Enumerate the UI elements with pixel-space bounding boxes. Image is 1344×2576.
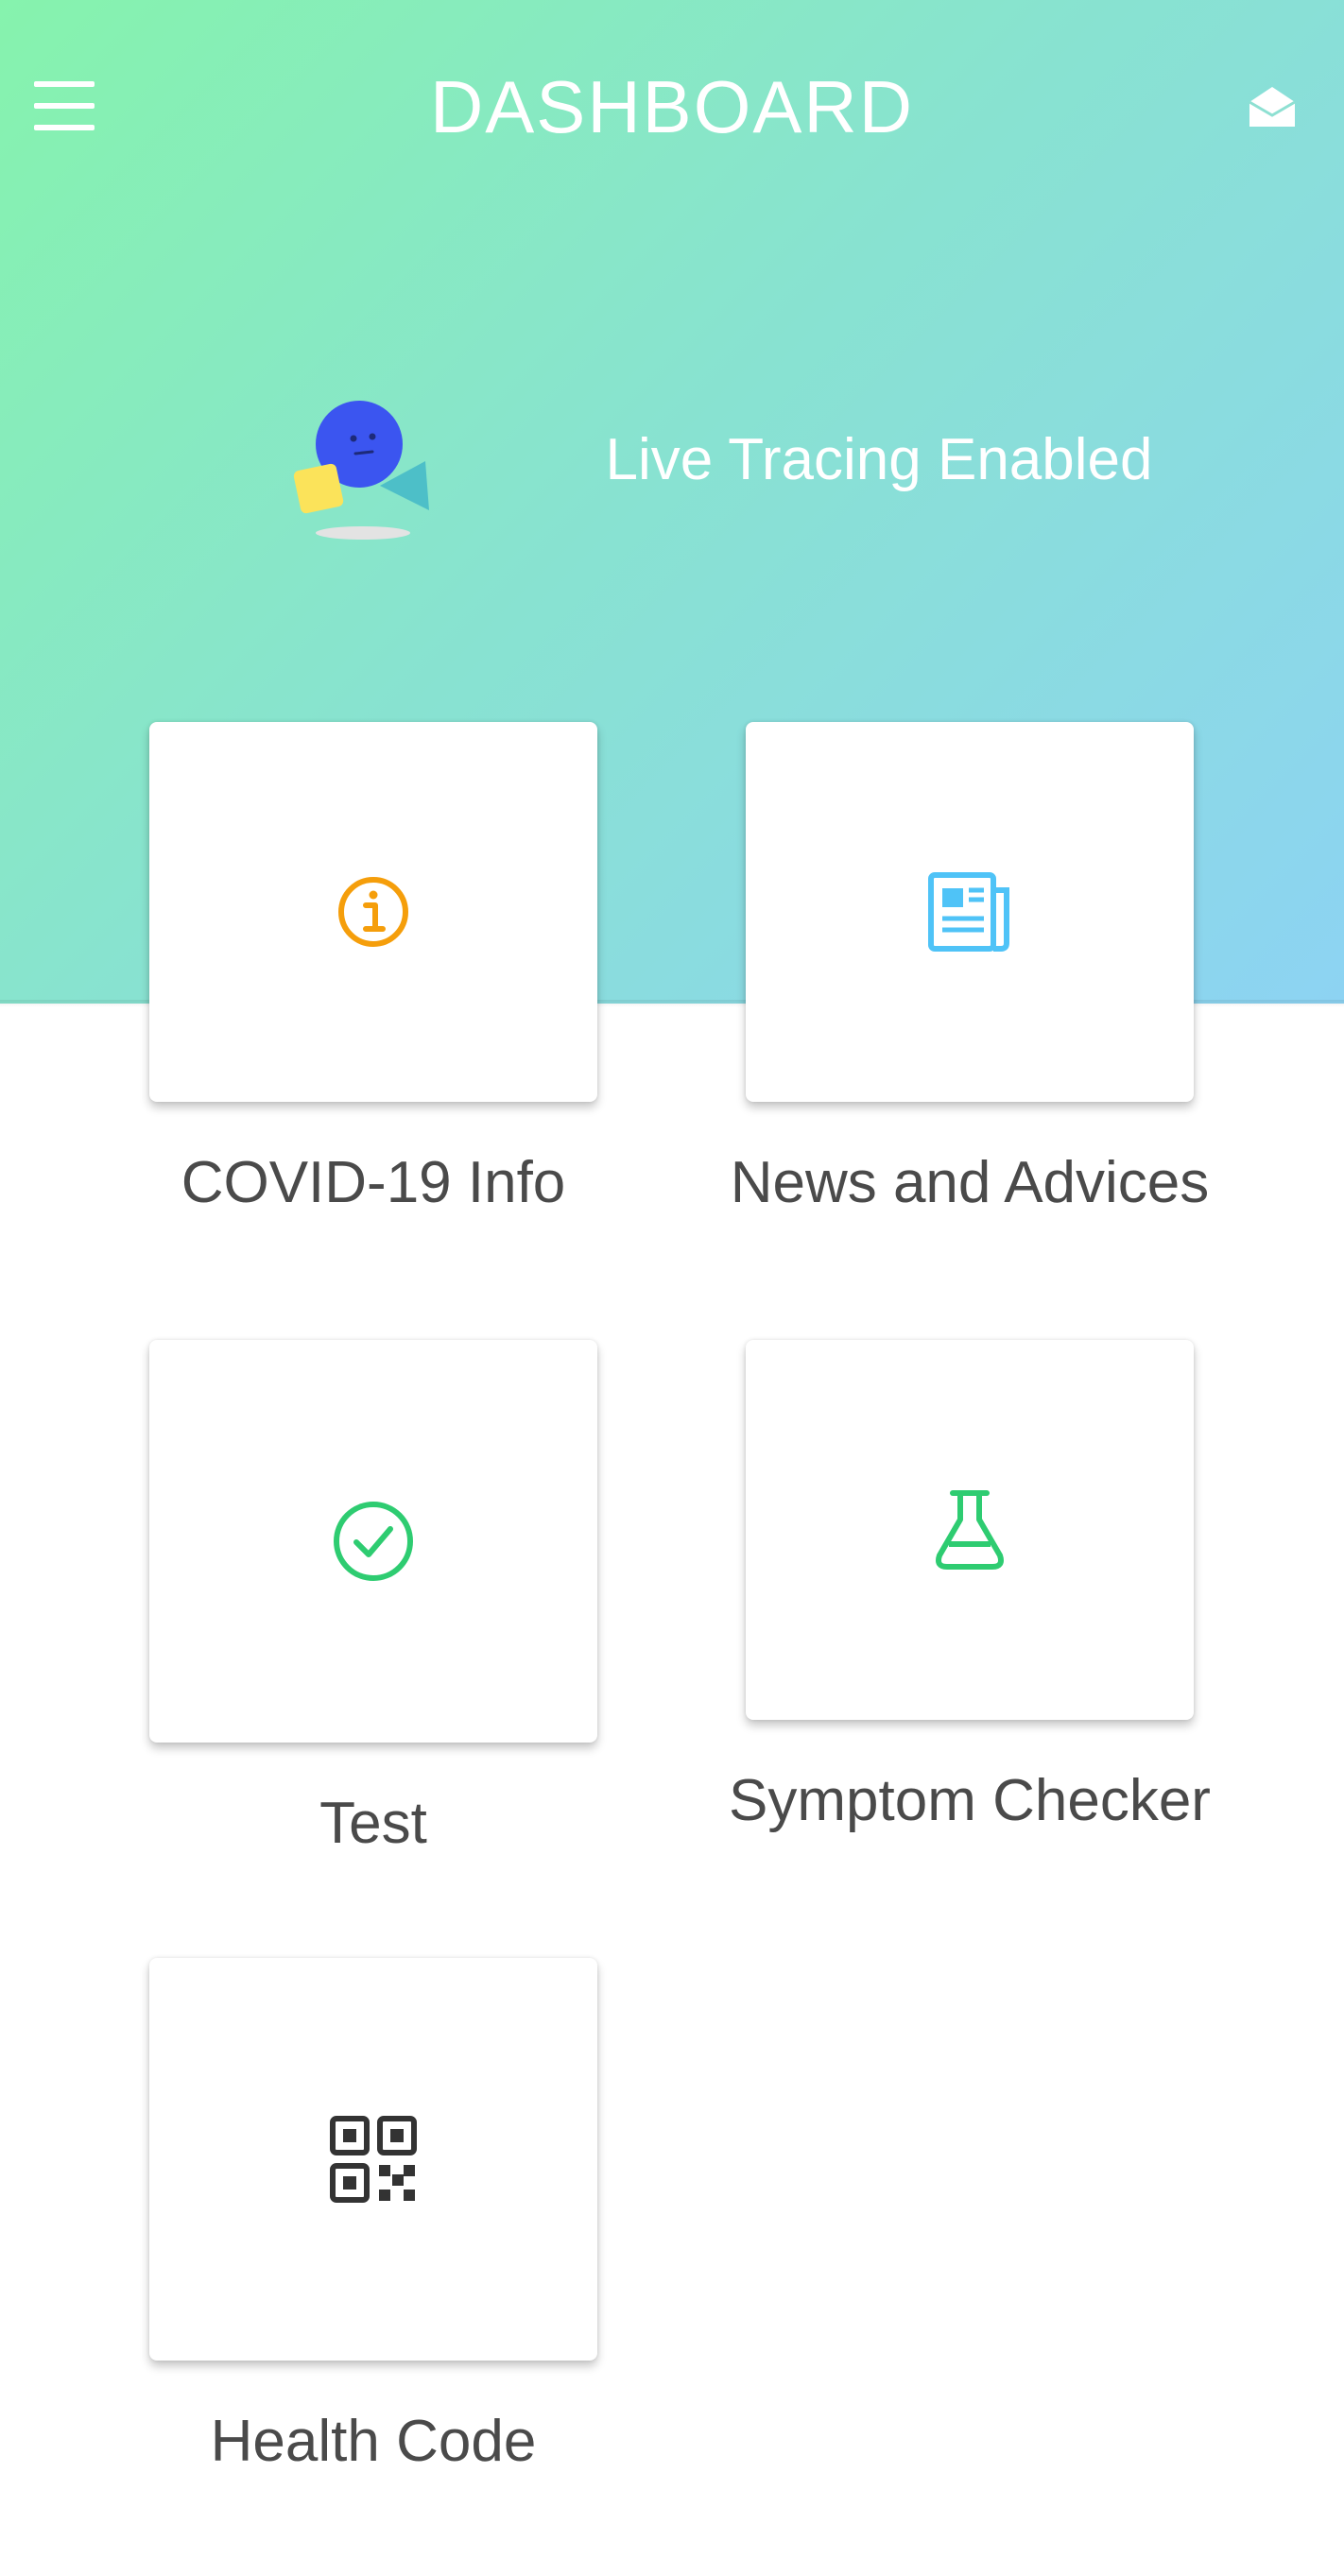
hamburger-menu-icon-bar-middle — [34, 103, 95, 109]
covid-info-label[interactable]: COVID-19 Info — [109, 1145, 638, 1221]
test-card[interactable] — [149, 1340, 597, 1743]
news-advices-label[interactable]: News and Advices — [681, 1145, 1258, 1221]
live-tracing-status: Live Tracing Enabled — [605, 427, 1153, 492]
hamburger-menu-icon-bar-bottom — [34, 125, 95, 130]
news-advices-card[interactable] — [746, 722, 1194, 1102]
health-code-card[interactable] — [149, 1958, 597, 2361]
hamburger-menu-icon-bar-top — [34, 81, 95, 87]
open-envelope-icon — [1249, 87, 1296, 127]
qr-code-icon — [330, 2116, 417, 2203]
symptom-checker-label[interactable]: Symptom Checker — [681, 1763, 1258, 1839]
mascot-illustration — [293, 395, 444, 546]
check-circle-icon — [334, 1502, 413, 1581]
symptom-checker-card[interactable] — [746, 1340, 1194, 1720]
test-label[interactable]: Test — [109, 1786, 638, 1862]
newspaper-icon — [928, 872, 1009, 952]
covid-info-card[interactable] — [149, 722, 597, 1102]
flask-icon — [936, 1490, 1004, 1570]
messages-button[interactable] — [1246, 83, 1299, 130]
info-circle-icon — [338, 877, 408, 947]
menu-button[interactable] — [34, 81, 102, 130]
health-code-label[interactable]: Health Code — [109, 2404, 638, 2480]
